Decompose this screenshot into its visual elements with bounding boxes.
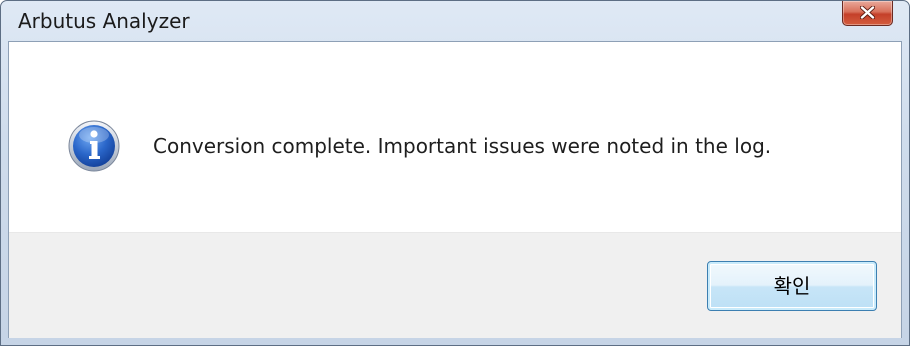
dialog-window: Arbutus Analyzer Conversion complete. Im… [0,0,910,346]
close-icon [860,6,875,19]
dialog-message: Conversion complete. Important issues we… [153,134,772,158]
close-button[interactable] [842,1,893,26]
button-bar: 확인 [9,232,901,338]
info-icon [68,120,120,172]
ok-button[interactable]: 확인 [707,261,877,311]
window-title: Arbutus Analyzer [18,9,190,33]
dialog-client-area: Conversion complete. Important issues we… [8,41,902,338]
message-area: Conversion complete. Important issues we… [9,42,901,232]
title-bar[interactable]: Arbutus Analyzer [1,1,909,41]
